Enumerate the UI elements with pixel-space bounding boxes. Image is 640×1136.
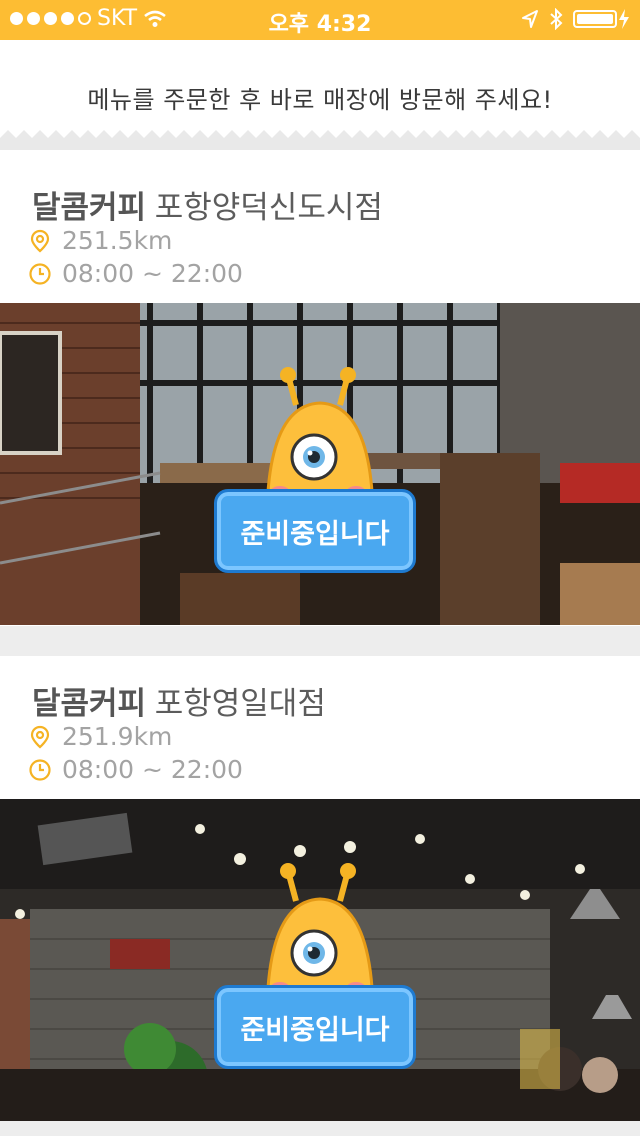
store-brand: 달콤커피: [32, 686, 147, 721]
store-name: 달콤커피 포항영일대점: [32, 678, 326, 723]
location-arrow-icon: [522, 10, 538, 28]
store-distance-row: 251.5km: [28, 226, 172, 255]
store-photo: 준비중입니다: [0, 303, 640, 625]
status-bar: SKT 오후 4:32: [0, 0, 640, 40]
bluetooth-icon: [550, 8, 563, 30]
clock-icon: [29, 262, 51, 285]
store-name: 달콤커피 포항양덕신도시점: [32, 182, 383, 227]
store-branch: 포항양덕신도시점: [154, 190, 383, 225]
store-photo: 준비중입니다: [0, 799, 640, 1121]
map-pin-icon: [30, 229, 50, 252]
store-hours: 08:00 ~ 22:00: [62, 259, 243, 288]
store-hours-row: 08:00 ~ 22:00: [28, 259, 243, 288]
battery-icon: [573, 10, 617, 28]
charging-bolt-icon: [619, 9, 629, 29]
map-pin-icon: [30, 725, 50, 748]
store-card[interactable]: 달콤커피 포항양덕신도시점 251.5km 08:00 ~ 22:00 준비중입…: [0, 160, 640, 626]
store-hours: 08:00 ~ 22:00: [62, 755, 243, 784]
preparing-status-badge: 준비중입니다: [214, 489, 416, 573]
store-card[interactable]: 달콤커피 포항영일대점 251.9km 08:00 ~ 22:00 준비중입니다: [0, 656, 640, 1121]
clock-icon: [29, 758, 51, 781]
store-hours-row: 08:00 ~ 22:00: [28, 755, 243, 784]
status-bar-right: [521, 8, 630, 30]
store-brand: 달콤커피: [32, 190, 147, 225]
store-distance-row: 251.9km: [28, 722, 172, 751]
store-branch: 포항영일대점: [154, 686, 326, 721]
notice-text: 메뉴를 주문한 후 바로 매장에 방문해 주세요!: [87, 86, 553, 114]
store-distance: 251.5km: [62, 226, 173, 255]
store-distance: 251.9km: [62, 722, 173, 751]
preparing-status-badge: 준비중입니다: [214, 985, 416, 1069]
zigzag-divider: [0, 130, 640, 150]
